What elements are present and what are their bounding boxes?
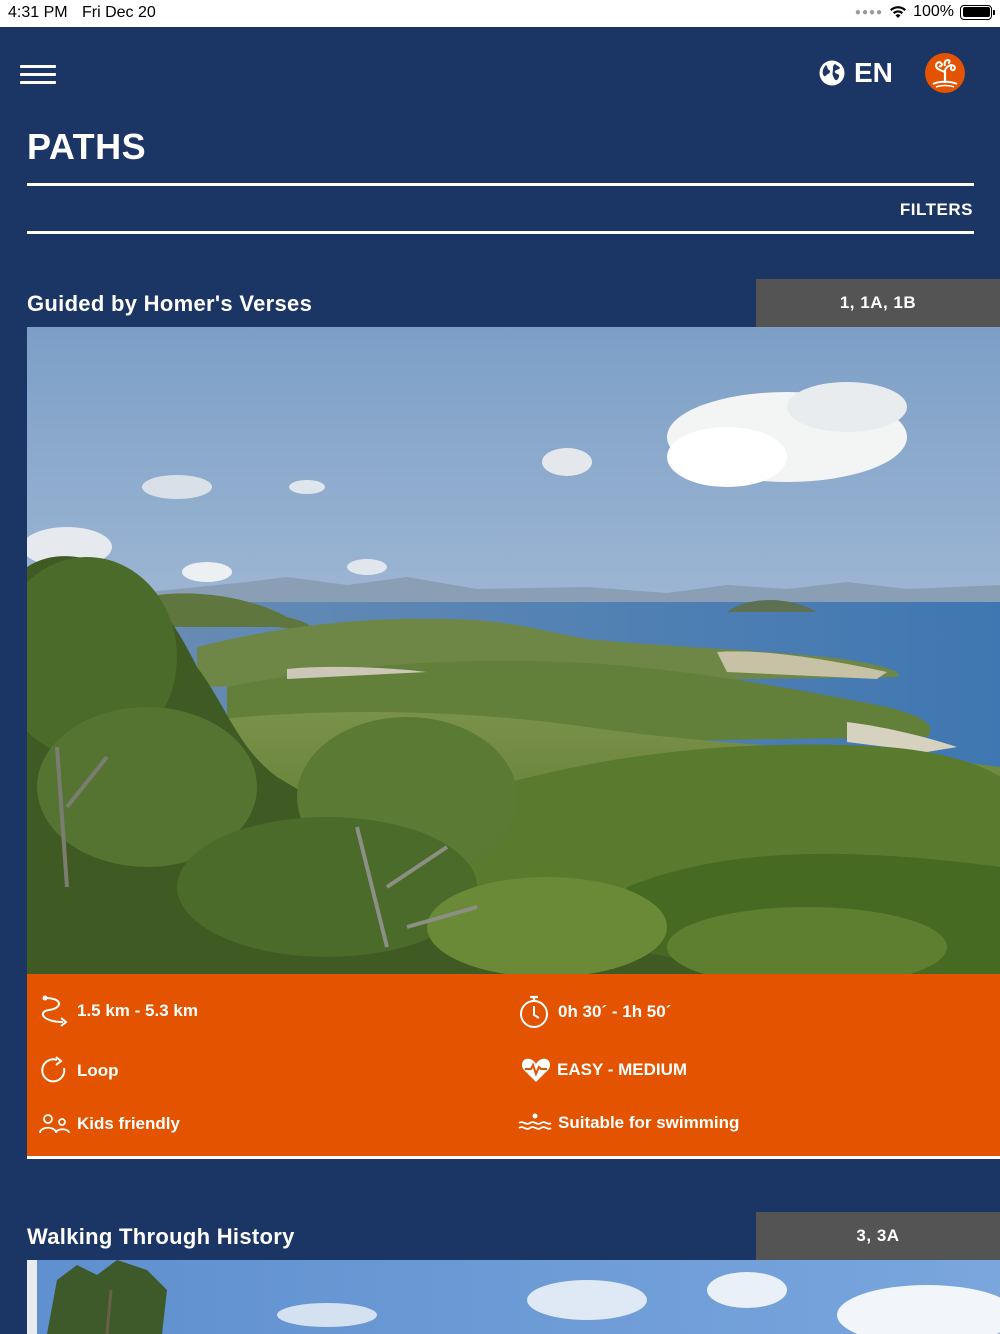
info-type-text: Loop (77, 1061, 119, 1080)
route-badge: 3, 3A (756, 1212, 1000, 1260)
info-difficulty-text: EASY - MEDIUM (557, 1060, 688, 1079)
card-bottom-divider (27, 1156, 1000, 1159)
status-bar: 4:31 PM Fri Dec 20 ●●●● 100% (0, 0, 1000, 27)
wifi-icon (890, 6, 907, 18)
path-info-panel: 1.5 km - 5.3 km 0h 30´ - 1h 50´ Loop EAS… (27, 974, 1000, 1156)
path-image[interactable] (27, 327, 1000, 974)
info-audience-text: Kids friendly (77, 1114, 180, 1133)
route-badge: 1, 1A, 1B (756, 279, 1000, 327)
language-label: EN (854, 57, 893, 88)
info-audience: Kids friendly (39, 1112, 180, 1136)
path-image[interactable] (27, 1260, 1000, 1334)
path-title[interactable]: Guided by Homer's Verses (27, 291, 312, 317)
kids-icon (39, 1114, 70, 1134)
page-title: PATHS (27, 126, 147, 167)
path-title[interactable]: Walking Through History (27, 1224, 295, 1250)
app-header: EN (0, 27, 1000, 120)
battery-icon (960, 4, 995, 20)
battery-percent: 100% (913, 3, 954, 20)
info-difficulty: EASY - MEDIUM (521, 1056, 687, 1084)
title-divider (27, 183, 974, 186)
info-duration: 0h 30´ - 1h 50´ (518, 994, 671, 1030)
loop-icon (41, 1056, 66, 1083)
info-type: Loop (39, 1056, 119, 1086)
info-duration-text: 0h 30´ - 1h 50´ (558, 1002, 672, 1021)
menu-button[interactable] (20, 65, 56, 87)
heart-pulse-icon (521, 1058, 551, 1082)
tree-logo-icon[interactable] (924, 52, 966, 94)
info-distance-text: 1.5 km - 5.3 km (77, 1001, 198, 1020)
filters-divider (27, 231, 974, 234)
globe-icon (819, 60, 845, 86)
info-distance: 1.5 km - 5.3 km (39, 994, 198, 1028)
stopwatch-icon (520, 995, 548, 1028)
info-swimming: Suitable for swimming (518, 1112, 739, 1134)
status-date: Fri Dec 20 (82, 4, 156, 21)
waves-icon (518, 1113, 552, 1130)
filters-button[interactable]: FILTERS (900, 200, 973, 220)
status-time: 4:31 PM (8, 4, 68, 21)
info-swimming-text: Suitable for swimming (558, 1113, 740, 1132)
signal-icon: ●●●● (854, 6, 884, 18)
route-distance-icon (41, 995, 68, 1027)
status-indicators: ●●●● 100% (854, 3, 995, 21)
language-switch[interactable]: EN (818, 57, 893, 89)
